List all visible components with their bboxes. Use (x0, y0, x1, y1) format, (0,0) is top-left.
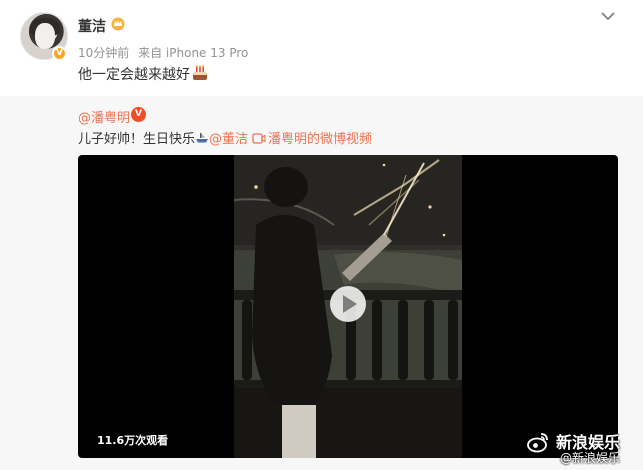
weibo-post: V 董洁 10分钟前 来自 iPhone 13 Pro 他一定会越来越好 @潘粤… (0, 0, 643, 470)
chevron-down-icon[interactable] (598, 6, 618, 26)
post-source: 来自 iPhone 13 Pro (138, 46, 249, 60)
repost-text: 儿子好帅！生日快乐 @董洁 潘粤明的微博视频 (78, 128, 372, 147)
post-text-content: 他一定会越来越好 (78, 67, 190, 83)
cake-icon (193, 65, 207, 80)
watermark-handle: @新浪娱乐 (560, 451, 621, 465)
verified-icon: V (131, 107, 146, 122)
mention-link[interactable]: @董洁 (209, 132, 248, 147)
verified-icon: V (52, 46, 67, 61)
repost-text-content: 儿子好帅！生日快乐 (78, 132, 196, 147)
play-icon[interactable] (330, 286, 366, 322)
ship-icon (196, 133, 209, 143)
repost-block: @潘粤明 V 儿子好帅！生日快乐 @董洁 潘粤明的微博视频 11.6万次观看 (0, 96, 643, 470)
post-time[interactable]: 10分钟前 (78, 46, 129, 60)
repost-author[interactable]: @潘粤明 (78, 107, 130, 126)
weibo-logo-icon (527, 433, 548, 453)
post-text: 他一定会越来越好 (78, 64, 209, 84)
video-link[interactable]: 潘粤明的微博视频 (268, 132, 372, 147)
crown-icon[interactable] (110, 15, 126, 31)
watermark: 新浪娱乐 @新浪娱乐 (520, 425, 640, 465)
post-meta: 10分钟前 来自 iPhone 13 Pro (78, 44, 253, 61)
video-icon (252, 133, 266, 144)
post-author[interactable]: 董洁 (78, 16, 106, 36)
view-count: 11.6万次观看 (97, 434, 169, 447)
video-player[interactable]: 11.6万次观看 (78, 155, 618, 458)
